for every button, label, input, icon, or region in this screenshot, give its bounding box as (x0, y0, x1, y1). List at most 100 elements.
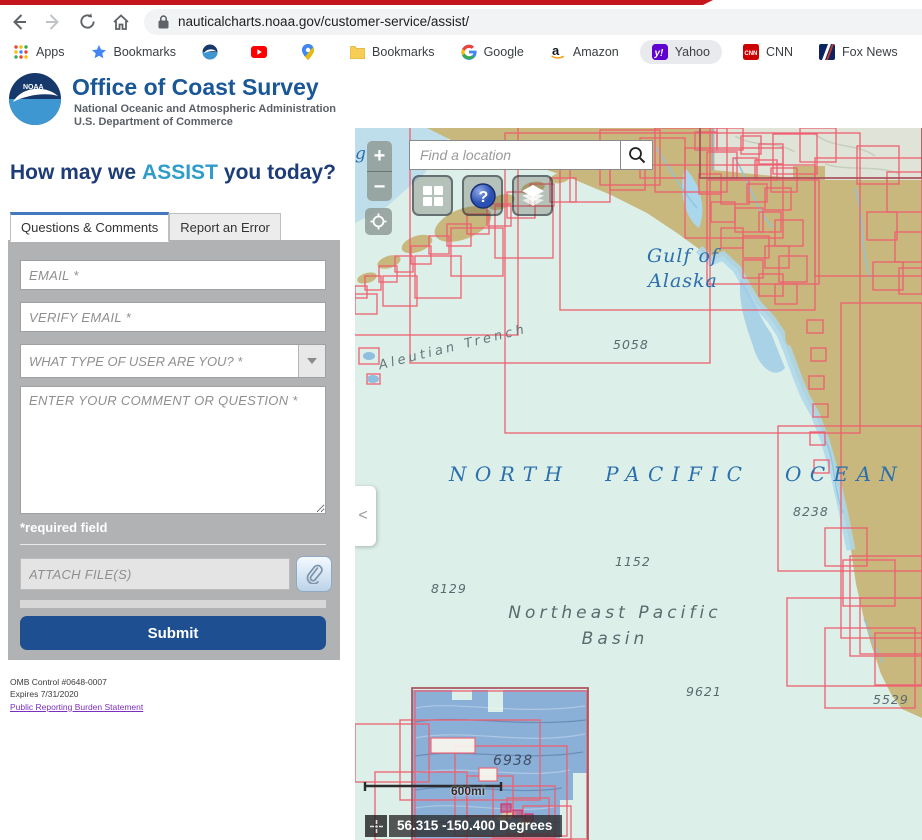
reload-icon (78, 12, 97, 31)
bookmark-maps[interactable] (300, 44, 323, 60)
help-icon: ? (470, 183, 496, 209)
bookmark-youtube[interactable] (251, 44, 274, 60)
required-field-note: *required field (20, 520, 107, 535)
omb-expires: Expires 7/31/2020 (10, 688, 143, 700)
attach-file-button[interactable] (296, 556, 332, 592)
coordinate-readout: 56.315 -150.400 Degrees (365, 815, 562, 837)
comment-textarea[interactable] (20, 386, 326, 514)
paperclip-icon (305, 564, 323, 584)
submit-button[interactable]: Submit (20, 616, 326, 650)
tab-bar: Questions & Comments Report an Error (10, 212, 281, 242)
search-icon (628, 146, 646, 164)
chart-extent-rect[interactable] (355, 294, 377, 314)
bookmark-noaa[interactable] (202, 44, 225, 60)
omb-control: OMB Control #0648-0007 (10, 676, 143, 688)
heading-post: you today? (224, 161, 336, 184)
chart-extent-rect[interactable] (415, 256, 461, 298)
svg-text:a: a (552, 44, 560, 58)
noaa-logo: NOAA (8, 72, 62, 126)
search-button[interactable] (620, 141, 652, 169)
site-header: NOAA Office of Coast Survey National Oce… (0, 66, 922, 128)
heading-highlight: ASSIST (142, 161, 218, 184)
svg-text:y!: y! (653, 48, 664, 59)
email-field[interactable] (20, 260, 326, 290)
layers-button[interactable] (512, 175, 553, 216)
home-icon (111, 12, 131, 32)
location-search-input[interactable] (410, 141, 620, 169)
bookmark-apps[interactable]: Apps (13, 44, 65, 60)
svg-text:?: ? (478, 189, 488, 206)
bookmark-bookmarks-star[interactable]: Bookmarks (91, 44, 177, 60)
yahoo-icon: y! (652, 44, 668, 60)
panel-collapse-handle[interactable]: < (355, 486, 376, 546)
bookmark-label: Apps (36, 45, 65, 59)
url-bar[interactable]: nauticalcharts.noaa.gov/customer-service… (144, 9, 922, 35)
forward-button[interactable] (38, 8, 68, 36)
tab-report-error[interactable]: Report an Error (169, 213, 281, 242)
zoom-control: + − (367, 141, 392, 201)
bookmark-yahoo[interactable]: y! Yahoo (640, 40, 722, 64)
chart-extent-rect[interactable] (479, 768, 497, 781)
amazon-icon: a (550, 44, 566, 60)
divider (20, 544, 326, 545)
back-button[interactable] (4, 8, 34, 36)
url-text: nauticalcharts.noaa.gov/customer-service… (178, 14, 469, 29)
cnn-icon: CNN (743, 44, 759, 60)
chart-thumbnail (363, 352, 375, 360)
site-subtitle-2: U.S. Department of Commerce (74, 116, 233, 128)
home-button[interactable] (106, 8, 136, 36)
zoom-in-button[interactable]: + (367, 141, 392, 172)
bookmark-label: Amazon (573, 45, 619, 59)
lock-icon (158, 15, 169, 29)
burden-statement-link[interactable]: Public Reporting Burden Statement (10, 702, 143, 712)
geolocate-button[interactable] (365, 208, 392, 235)
contact-form: WHAT TYPE OF USER ARE YOU? * *required f… (8, 240, 340, 660)
site-title: Office of Coast Survey (72, 74, 319, 101)
bookmark-label: Bookmarks (114, 45, 177, 59)
basemap-button[interactable] (412, 175, 453, 216)
bookmark-label: Yahoo (675, 45, 710, 59)
omb-footer: OMB Control #0648-0007 Expires 7/31/2020… (10, 676, 143, 713)
bookmark-label: Bookmarks (372, 45, 435, 59)
bookmark-cnn[interactable]: CNN CNN (743, 44, 793, 60)
folder-icon (349, 44, 365, 60)
youtube-icon (251, 44, 267, 60)
site-subtitle-1: National Oceanic and Atmospheric Adminis… (74, 103, 336, 115)
user-type-placeholder: WHAT TYPE OF USER ARE YOU? * (21, 354, 298, 369)
bookmark-label: Fox News (842, 45, 898, 59)
location-search (409, 140, 653, 170)
back-icon (9, 12, 29, 32)
geolocate-icon (370, 213, 387, 230)
tab-questions-comments[interactable]: Questions & Comments (10, 212, 169, 242)
google-g-icon (461, 44, 477, 60)
user-type-select[interactable]: WHAT TYPE OF USER ARE YOU? * (20, 344, 326, 378)
chart-thumbnail (367, 375, 379, 383)
verify-email-field[interactable] (20, 302, 326, 332)
bookmark-google[interactable]: Google (461, 44, 524, 60)
bookmark-folder[interactable]: Bookmarks (349, 44, 435, 60)
map-canvas (355, 128, 922, 840)
browser-toolbar: nauticalcharts.noaa.gov/customer-service… (0, 5, 922, 38)
chart-locator-map[interactable]: g Gulf of Alaska NORTH PACIFIC OCEAN Ale… (355, 128, 922, 840)
bookmark-label: Google (484, 45, 524, 59)
bookmark-amazon[interactable]: a Amazon (550, 44, 619, 60)
bookmark-fox-news[interactable]: Fox News (819, 44, 898, 60)
page-title: How may we ASSIST you today? (10, 161, 342, 185)
chart-extent-rect[interactable] (383, 276, 417, 306)
upload-progress-bar (20, 600, 326, 608)
heading-pre: How may we (10, 161, 136, 184)
bookmark-label: CNN (766, 45, 793, 59)
svg-text:CNN: CNN (744, 51, 757, 57)
apps-grid-icon (13, 44, 29, 60)
reload-button[interactable] (72, 8, 102, 36)
browser-window: nauticalcharts.noaa.gov/customer-service… (0, 0, 922, 840)
chart-extent-rect[interactable] (501, 804, 511, 812)
help-button[interactable]: ? (462, 175, 503, 216)
forward-icon (43, 12, 63, 32)
svg-text:NOAA: NOAA (23, 84, 44, 91)
star-icon (91, 44, 107, 60)
zoom-out-button[interactable]: − (367, 172, 392, 201)
assist-panel: How may we ASSIST you today? Questions & C… (0, 128, 355, 840)
attach-files-field[interactable] (20, 558, 290, 590)
chart-extent-rect[interactable] (431, 738, 475, 753)
